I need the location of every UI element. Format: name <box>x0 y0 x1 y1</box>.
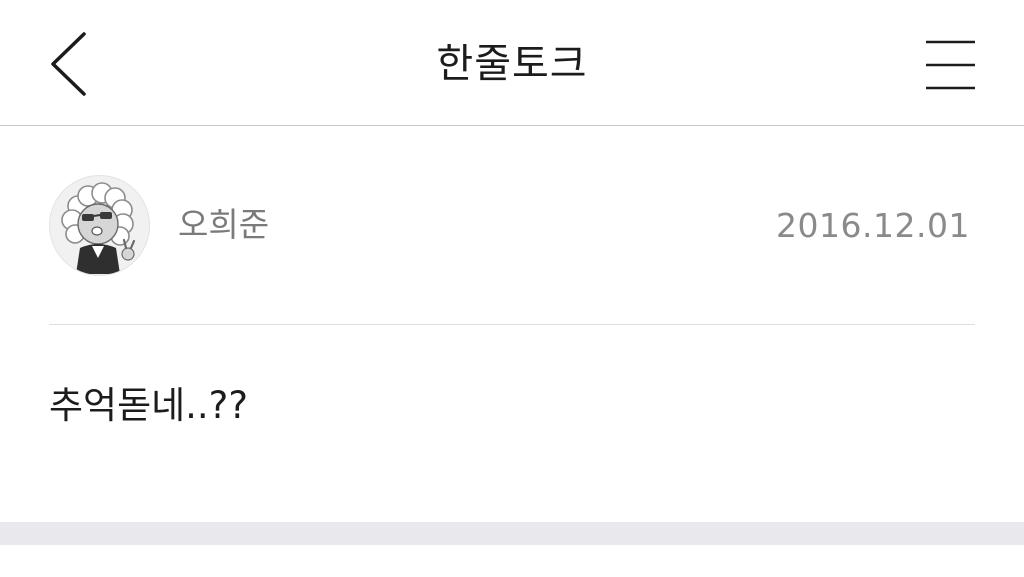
top-app-bar: 한줄토크 <box>0 0 1024 126</box>
post-content: 추억돋네..?? <box>49 384 248 427</box>
hamburger-menu-icon <box>926 40 975 90</box>
post-card: 오희준 2016.12.01 추억돋네..?? <box>0 126 1024 522</box>
page-title: 한줄토크 <box>436 41 588 87</box>
author-name[interactable]: 오희준 <box>178 204 269 246</box>
avatar[interactable] <box>49 175 150 276</box>
section-separator <box>0 522 1024 545</box>
divider <box>49 324 975 325</box>
menu-button[interactable] <box>918 36 984 96</box>
post-date: 2016.12.01 <box>776 206 970 245</box>
next-section-area <box>0 545 1024 577</box>
character-avatar-icon <box>61 182 136 274</box>
